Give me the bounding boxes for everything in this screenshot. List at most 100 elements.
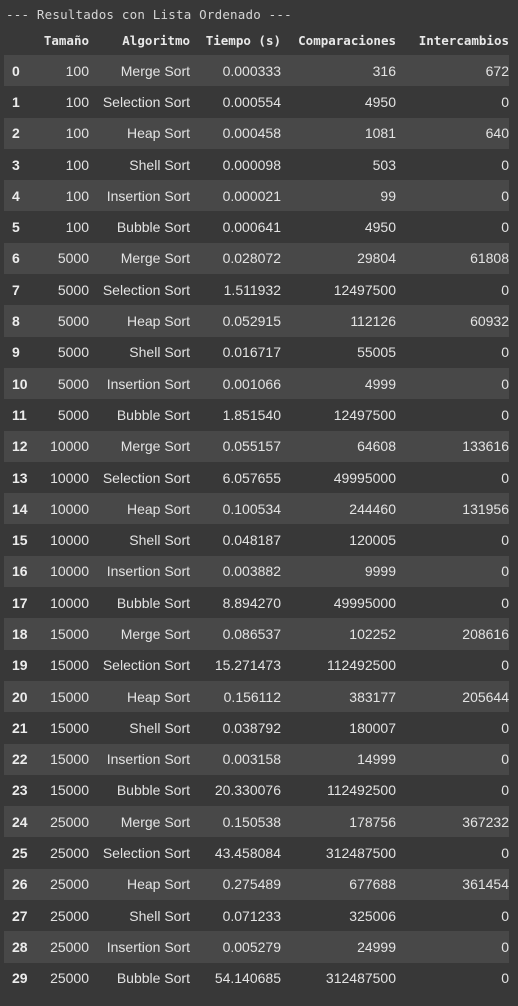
table-row: 28 25000 Insertion Sort 0.005279 24999 0 — [4, 931, 509, 963]
comparisons-cell: 49995000 — [333, 469, 396, 486]
time-cell: 0.052915 — [222, 313, 281, 330]
swaps-cell: 0 — [501, 281, 509, 298]
size-cell: 25000 — [50, 938, 89, 955]
column-header-comparisons: Comparaciones — [298, 32, 396, 48]
table-row: 14 10000 Heap Sort 0.100534 244460 131956 — [4, 493, 509, 525]
algorithm-cell: Heap Sort — [126, 500, 190, 517]
swaps-cell: 0 — [501, 907, 509, 924]
table-row: 23 15000 Bubble Sort 20.330076 112492500 0 — [4, 774, 509, 807]
row-index-cell: 23 — [12, 782, 28, 799]
algorithm-cell: Shell Sort — [129, 907, 190, 924]
swaps-cell: 0 — [501, 187, 509, 204]
time-cell: 20.330076 — [214, 782, 281, 799]
row-index-cell: 9 — [12, 344, 20, 361]
time-cell: 0.055157 — [222, 438, 281, 455]
comparisons-cell: 180007 — [349, 719, 396, 736]
comparisons-cell: 12497500 — [333, 281, 396, 298]
column-header-index — [4, 25, 38, 55]
algorithm-cell: Heap Sort — [126, 125, 190, 142]
row-index-cell: 5 — [12, 219, 20, 236]
row-index-cell: 14 — [12, 500, 28, 517]
row-index-cell: 15 — [12, 532, 28, 549]
comparisons-cell: 1081 — [364, 125, 396, 142]
size-cell: 10000 — [50, 469, 89, 486]
comparisons-cell: 99 — [380, 187, 396, 204]
row-index-cell: 17 — [12, 594, 28, 611]
table-row: 2 100 Heap Sort 0.000458 1081 640 — [4, 117, 509, 149]
time-cell: 0.150538 — [222, 813, 281, 830]
table-row: 15 10000 Shell Sort 0.048187 120005 0 — [4, 524, 509, 556]
size-cell: 15000 — [50, 688, 89, 705]
swaps-cell: 367232 — [462, 813, 509, 830]
swaps-cell: 0 — [501, 657, 509, 674]
time-cell: 0.038792 — [222, 719, 281, 736]
time-cell: 0.003158 — [222, 751, 281, 768]
time-cell: 0.100534 — [222, 500, 281, 517]
table-row: 3 100 Shell Sort 0.000098 503 0 — [4, 148, 509, 181]
algorithm-cell: Bubble Sort — [116, 594, 190, 611]
time-cell: 0.000458 — [222, 125, 281, 142]
table-row: 21 15000 Shell Sort 0.038792 180007 0 — [4, 712, 509, 744]
size-cell: 10000 — [50, 532, 89, 549]
time-cell: 0.016717 — [222, 344, 281, 361]
algorithm-cell: Selection Sort — [102, 281, 190, 298]
row-index-cell: 11 — [12, 406, 27, 423]
algorithm-cell: Insertion Sort — [106, 938, 190, 955]
swaps-cell: 0 — [501, 375, 509, 392]
algorithm-cell: Selection Sort — [102, 845, 190, 862]
size-cell: 15000 — [50, 657, 89, 674]
row-index-cell: 19 — [12, 657, 28, 674]
comparisons-cell: 4950 — [364, 219, 396, 236]
output-header-text: --- Resultados con Lista Ordenado --- — [6, 7, 292, 22]
algorithm-cell: Bubble Sort — [116, 406, 190, 423]
algorithm-cell: Bubble Sort — [116, 782, 190, 799]
swaps-cell: 0 — [501, 532, 509, 549]
swaps-cell: 205644 — [462, 688, 509, 705]
size-cell: 10000 — [50, 500, 89, 517]
table-row: 26 25000 Heap Sort 0.275489 677688 361454 — [4, 868, 509, 901]
algorithm-cell: Merge Sort — [120, 813, 190, 830]
algorithm-cell: Selection Sort — [102, 657, 190, 674]
algorithm-cell: Heap Sort — [126, 876, 190, 893]
row-index-cell: 27 — [12, 907, 28, 924]
time-cell: 0.003882 — [222, 563, 281, 580]
size-cell: 100 — [65, 156, 89, 173]
column-header-swaps: Intercambios — [418, 32, 509, 48]
size-cell: 100 — [65, 187, 89, 204]
swaps-cell: 0 — [501, 594, 509, 611]
results-dataframe: Tamaño Algoritmo Tiempo (s) Comparacione… — [4, 25, 509, 994]
algorithm-cell: Selection Sort — [102, 469, 190, 486]
comparisons-cell: 112492500 — [326, 782, 396, 799]
algorithm-cell: Selection Sort — [102, 93, 190, 110]
time-cell: 0.086537 — [222, 625, 281, 642]
swaps-cell: 640 — [485, 125, 509, 142]
time-cell: 0.275489 — [222, 876, 281, 893]
comparisons-cell: 112492500 — [326, 657, 396, 674]
row-index-cell: 25 — [12, 845, 28, 862]
algorithm-cell: Heap Sort — [126, 688, 190, 705]
swaps-cell: 0 — [501, 406, 509, 423]
comparisons-cell: 102252 — [349, 625, 396, 642]
swaps-cell: 0 — [501, 156, 509, 173]
time-cell: 15.271473 — [214, 657, 281, 674]
table-row: 11 5000 Bubble Sort 1.851540 12497500 0 — [4, 399, 509, 431]
row-index-cell: 2 — [12, 125, 20, 142]
swaps-cell: 133616 — [462, 438, 509, 455]
table-row: 4 100 Insertion Sort 0.000021 99 0 — [4, 180, 509, 212]
table-row: 7 5000 Selection Sort 1.511932 12497500 0 — [4, 274, 509, 306]
size-cell: 100 — [65, 62, 89, 79]
algorithm-cell: Merge Sort — [120, 62, 190, 79]
table-row: 25 25000 Selection Sort 43.458084 312487500 0 — [4, 837, 509, 869]
table-row: 17 10000 Bubble Sort 8.894270 49995000 0 — [4, 587, 509, 619]
comparisons-cell: 14999 — [357, 751, 396, 768]
algorithm-cell: Insertion Sort — [106, 187, 190, 204]
comparisons-cell: 24999 — [357, 938, 396, 955]
comparisons-cell: 64608 — [357, 438, 396, 455]
row-index-cell: 4 — [12, 187, 20, 204]
swaps-cell: 0 — [501, 563, 509, 580]
comparisons-cell: 29804 — [357, 250, 396, 267]
comparisons-cell: 4999 — [364, 375, 396, 392]
comparisons-cell: 316 — [372, 62, 396, 79]
swaps-cell: 0 — [501, 219, 509, 236]
table-row: 22 15000 Insertion Sort 0.003158 14999 0 — [4, 743, 509, 775]
